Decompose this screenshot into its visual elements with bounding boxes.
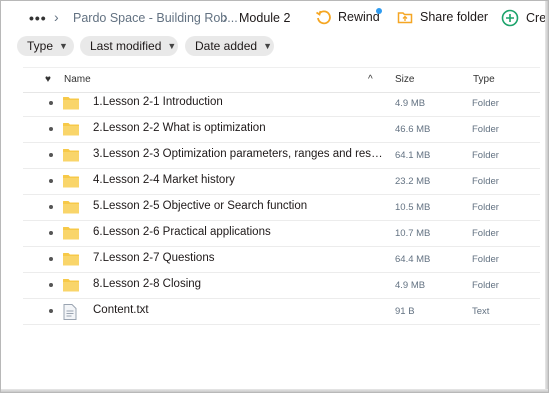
- file-type: Folder: [472, 150, 499, 161]
- row-bullet: [49, 283, 53, 287]
- file-type: Folder: [472, 202, 499, 213]
- file-size: 46.6 MB: [395, 124, 431, 135]
- table-header: ♥ Name ^ Size Type: [23, 67, 540, 93]
- file-size: 23.2 MB: [395, 176, 431, 187]
- breadcrumb-current: Module 2: [239, 11, 291, 25]
- create-button[interactable]: Crea: [501, 9, 548, 27]
- file-type: Folder: [472, 124, 499, 135]
- list-item[interactable]: 3.Lesson 2-3 Optimization parameters, ra…: [23, 143, 540, 169]
- row-bullet: [49, 101, 53, 105]
- file-name[interactable]: 5.Lesson 2-5 Objective or Search functio…: [93, 200, 383, 212]
- notification-dot: [376, 8, 382, 14]
- file-name[interactable]: 4.Lesson 2-4 Market history: [93, 174, 383, 186]
- folder-icon: [63, 226, 79, 245]
- file-type: Folder: [472, 98, 499, 109]
- file-name[interactable]: 3.Lesson 2-3 Optimization parameters, ra…: [93, 148, 383, 160]
- file-type: Folder: [472, 254, 499, 265]
- chevron-down-icon: ▼: [59, 41, 68, 51]
- chevron-right-icon: ›: [223, 9, 228, 25]
- folder-icon: [63, 174, 79, 193]
- share-folder-icon: [397, 12, 413, 24]
- folder-icon: [63, 252, 79, 271]
- file-name[interactable]: Content.txt: [93, 304, 383, 316]
- list-item[interactable]: 6.Lesson 2-6 Practical applications 10.7 …: [23, 221, 540, 247]
- file-size: 64.4 MB: [395, 254, 431, 265]
- list-item[interactable]: 8.Lesson 2-8 Closing 4.9 MB Folder: [23, 273, 540, 299]
- file-list: 1.Lesson 2-1 Introduction 4.9 MB Folder 2.L…: [23, 91, 540, 325]
- file-size: 91 B: [395, 306, 415, 317]
- chevron-right-icon: ›: [54, 9, 59, 25]
- share-folder-button[interactable]: Share folder: [397, 9, 488, 25]
- list-item[interactable]: 4.Lesson 2-4 Market history 23.2 MB Folder: [23, 169, 540, 195]
- column-type[interactable]: Type: [473, 74, 495, 85]
- file-name[interactable]: 8.Lesson 2-8 Closing: [93, 278, 383, 290]
- rewind-label: Rewind: [338, 10, 380, 24]
- window-shadow-right: [545, 1, 548, 392]
- folder-icon: [63, 96, 79, 115]
- list-item[interactable]: 2.Lesson 2-2 What is optimization 46.6 MB…: [23, 117, 540, 143]
- plus-circle-icon: [501, 9, 519, 27]
- folder-icon: [63, 148, 79, 167]
- row-bullet: [49, 309, 53, 313]
- file-type: Folder: [472, 228, 499, 239]
- chevron-down-icon: ▼: [167, 41, 177, 51]
- file-size: 10.7 MB: [395, 228, 431, 239]
- breadcrumb-parent[interactable]: Pardo Space - Building Rob...: [73, 11, 238, 25]
- row-bullet: [49, 179, 53, 183]
- folder-icon: [63, 122, 79, 141]
- heart-icon: ♥: [45, 74, 51, 85]
- sort-arrow-icon[interactable]: ^: [368, 74, 373, 85]
- file-browser-window: ••• › Pardo Space - Building Rob... › Mo…: [0, 0, 549, 393]
- column-name[interactable]: Name: [64, 74, 91, 85]
- folder-icon: [63, 200, 79, 219]
- file-name[interactable]: 7.Lesson 2-7 Questions: [93, 252, 383, 264]
- row-bullet: [49, 153, 53, 157]
- file-size: 10.5 MB: [395, 202, 431, 213]
- text-file-icon: [63, 304, 77, 325]
- list-item[interactable]: 7.Lesson 2-7 Questions 64.4 MB Folder: [23, 247, 540, 273]
- filter-date-added-label: Date added: [195, 39, 258, 53]
- rewind-icon: [316, 10, 331, 25]
- filter-type-label: Type: [27, 39, 54, 53]
- list-item[interactable]: 1.Lesson 2-1 Introduction 4.9 MB Folder: [23, 91, 540, 117]
- file-size: 4.9 MB: [395, 98, 426, 109]
- file-type: Folder: [472, 280, 499, 291]
- top-bar: ••• › Pardo Space - Building Rob... › Mo…: [1, 1, 548, 35]
- row-bullet: [49, 127, 53, 131]
- folder-icon: [63, 278, 79, 297]
- list-item[interactable]: Content.txt 91 B Text: [23, 299, 540, 325]
- filter-date-added[interactable]: Date added ▼: [185, 36, 274, 56]
- file-type: Folder: [472, 176, 499, 187]
- rewind-button[interactable]: Rewind: [315, 9, 380, 25]
- row-bullet: [49, 231, 53, 235]
- file-type: Text: [472, 306, 490, 317]
- filter-last-modified[interactable]: Last modified ▼: [80, 36, 178, 56]
- row-bullet: [49, 257, 53, 261]
- chevron-down-icon: ▼: [263, 41, 272, 51]
- more-options-button[interactable]: •••: [29, 10, 47, 26]
- filter-last-modified-label: Last modified: [90, 39, 162, 53]
- window-shadow-bottom: [1, 389, 548, 392]
- filter-type[interactable]: Type ▼: [17, 36, 74, 56]
- file-name[interactable]: 6.Lesson 2-6 Practical applications: [93, 226, 383, 238]
- file-size: 64.1 MB: [395, 150, 431, 161]
- share-folder-label: Share folder: [420, 10, 489, 24]
- file-size: 4.9 MB: [395, 280, 426, 291]
- file-name[interactable]: 1.Lesson 2-1 Introduction: [93, 96, 383, 108]
- file-name[interactable]: 2.Lesson 2-2 What is optimization: [93, 122, 383, 134]
- column-size[interactable]: Size: [395, 74, 414, 85]
- list-item[interactable]: 5.Lesson 2-5 Objective or Search functio…: [23, 195, 540, 221]
- row-bullet: [49, 205, 53, 209]
